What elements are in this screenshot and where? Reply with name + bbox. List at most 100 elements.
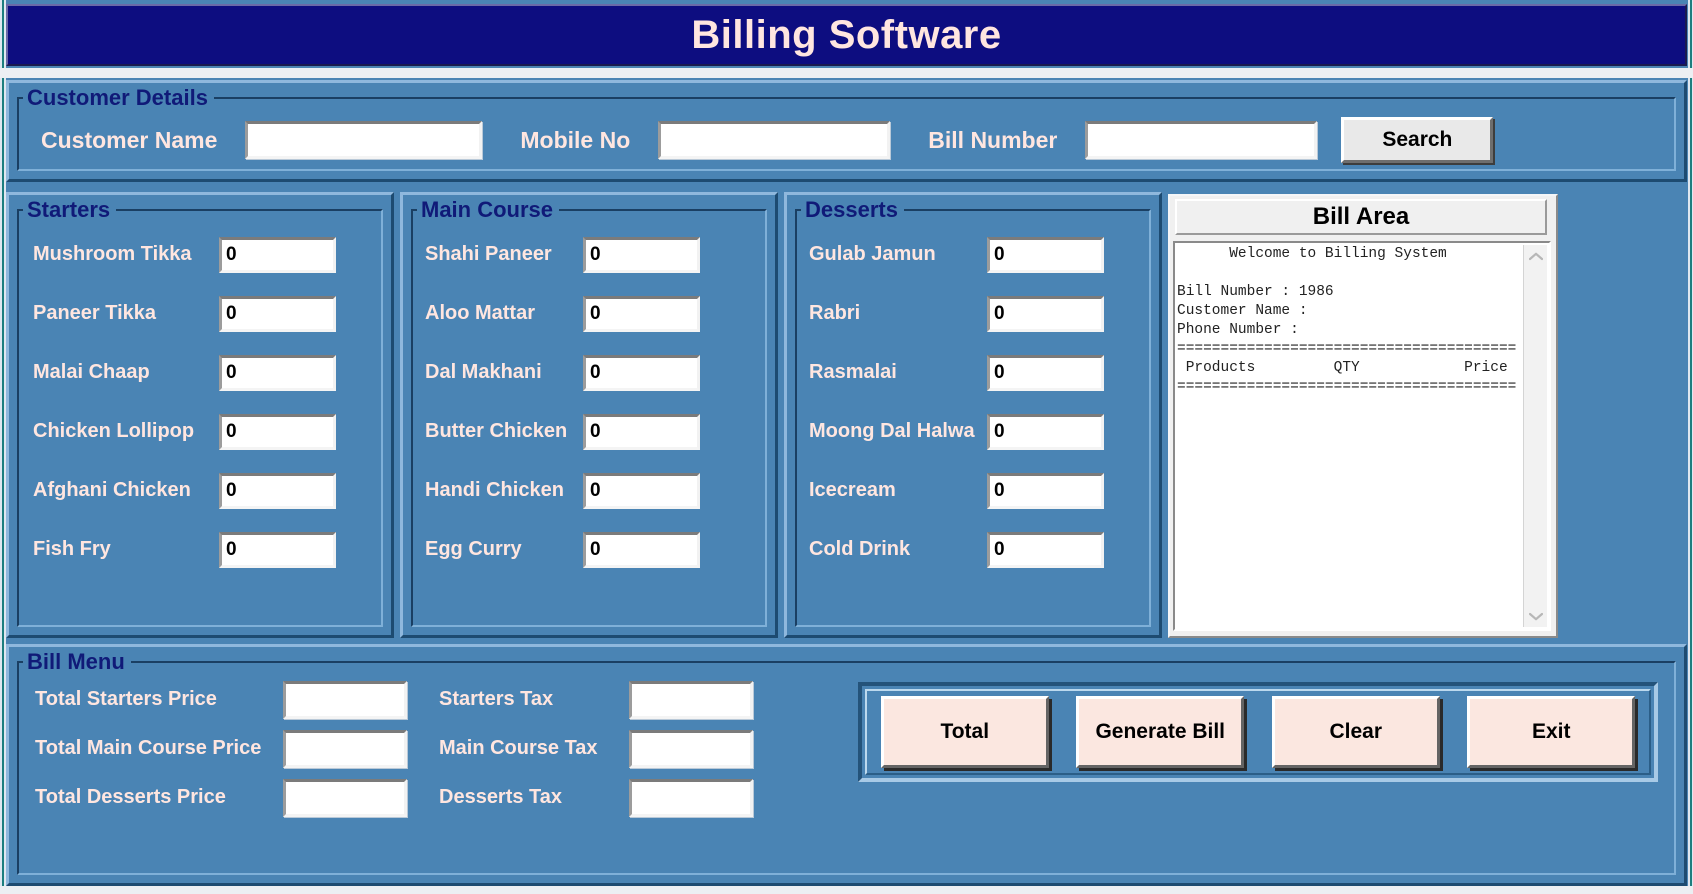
starters-panel: Starters Mushroom Tikka 0 Paneer Tikka 0… (6, 192, 394, 638)
qty-input-mushroom-tikka[interactable]: 0 (219, 236, 336, 273)
desserts-item-row: Gulab Jamun 0 (787, 225, 1159, 284)
qty-input-moong-dal-halwa[interactable]: 0 (987, 413, 1104, 450)
desserts-item-list: Gulab Jamun 0 Rabri 0 Rasmalai 0 Moong D… (787, 225, 1159, 635)
mobile-no-label: Mobile No (520, 126, 631, 153)
total-starters-price-input[interactable] (283, 680, 407, 719)
desserts-legend: Desserts (801, 198, 904, 221)
clear-button[interactable]: Clear (1271, 696, 1440, 768)
app-title-banner: Billing Software (6, 4, 1687, 66)
total-main-course-price-label: Total Main Course Price (35, 737, 262, 759)
item-label-mushroom-tikka: Mushroom Tikka (33, 243, 192, 265)
qty-input-shahi-paneer[interactable]: 0 (583, 236, 700, 273)
total-button[interactable]: Total (880, 696, 1049, 768)
main-course-panel: Main Course Shahi Paneer 0 Aloo Mattar 0… (400, 192, 778, 638)
item-label-icecream: Icecream (809, 479, 896, 501)
qty-input-dal-makhani[interactable]: 0 (583, 354, 700, 391)
item-label-butter-chicken: Butter Chicken (425, 420, 568, 442)
main-course-item-row: Shahi Paneer 0 (403, 225, 775, 284)
item-label-egg-curry: Egg Curry (425, 538, 522, 560)
item-label-rasmalai: Rasmalai (809, 361, 897, 383)
qty-input-chicken-lollipop[interactable]: 0 (219, 413, 336, 450)
bill-menu-panel: Bill Menu Total Starters Price Starters … (6, 644, 1687, 886)
item-label-moong-dal-halwa: Moong Dal Halwa (809, 420, 975, 442)
item-label-handi-chicken: Handi Chicken (425, 479, 564, 501)
bill-area-scrollbar[interactable] (1523, 245, 1547, 627)
chevron-up-icon[interactable] (1524, 245, 1548, 267)
qty-input-afghani-chicken[interactable]: 0 (219, 472, 336, 509)
starters-item-row: Paneer Tikka 0 (9, 284, 391, 343)
qty-input-egg-curry[interactable]: 0 (583, 531, 700, 568)
exit-button[interactable]: Exit (1467, 696, 1636, 768)
bill-number-label: Bill Number (928, 126, 1058, 153)
bill-text-container: Welcome to Billing System Bill Number : … (1173, 241, 1551, 631)
qty-input-icecream[interactable]: 0 (987, 472, 1104, 509)
bill-area-container: Bill Area Welcome to Billing System Bill… (1168, 194, 1558, 638)
item-label-malai-chaap: Malai Chaap (33, 361, 150, 383)
qty-input-fish-fry[interactable]: 0 (219, 531, 336, 568)
item-label-gulab-jamun: Gulab Jamun (809, 243, 936, 265)
bill-number-input[interactable] (1085, 121, 1318, 159)
search-button[interactable]: Search (1341, 117, 1494, 163)
item-label-cold-drink: Cold Drink (809, 538, 911, 560)
desserts-panel: Desserts Gulab Jamun 0 Rabri 0 Rasmalai … (784, 192, 1162, 638)
qty-input-butter-chicken[interactable]: 0 (583, 413, 700, 450)
starters-item-row: Afghani Chicken 0 (9, 461, 391, 520)
qty-input-malai-chaap[interactable]: 0 (219, 354, 336, 391)
desserts-item-row: Moong Dal Halwa 0 (787, 402, 1159, 461)
qty-input-rabri[interactable]: 0 (987, 295, 1104, 332)
main-course-item-row: Dal Makhani 0 (403, 343, 775, 402)
starters-item-row: Fish Fry 0 (9, 520, 391, 579)
total-desserts-price-input[interactable] (283, 778, 407, 817)
action-buttons-row: Total Generate Bill Clear Exit (865, 689, 1651, 775)
item-label-chicken-lollipop: Chicken Lollipop (33, 420, 195, 442)
item-label-fish-fry: Fish Fry (33, 538, 111, 560)
customer-details-panel: Customer Details Customer Name Mobile No… (6, 80, 1687, 182)
desserts-item-row: Rasmalai 0 (787, 343, 1159, 402)
starters-item-row: Mushroom Tikka 0 (9, 225, 391, 284)
main-course-item-row: Handi Chicken 0 (403, 461, 775, 520)
window-bottom-strip (0, 886, 1693, 894)
qty-input-gulab-jamun[interactable]: 0 (987, 236, 1104, 273)
main-course-item-row: Egg Curry 0 (403, 520, 775, 579)
item-label-shahi-paneer: Shahi Paneer (425, 243, 552, 265)
chevron-down-icon[interactable] (1524, 605, 1548, 627)
billing-software-window: Billing Software Customer Details Custom… (0, 0, 1693, 894)
qty-input-handi-chicken[interactable]: 0 (583, 472, 700, 509)
total-main-course-price-input[interactable] (283, 729, 407, 768)
main-course-item-list: Shahi Paneer 0 Aloo Mattar 0 Dal Makhani… (403, 225, 775, 635)
main-course-tax-input[interactable] (629, 729, 753, 768)
main-course-item-row: Butter Chicken 0 (403, 402, 775, 461)
bill-menu-row: Total Starters Price Starters Tax (35, 675, 753, 724)
desserts-tax-input[interactable] (629, 778, 753, 817)
total-desserts-price-label: Total Desserts Price (35, 786, 226, 808)
action-buttons-panel: Total Generate Bill Clear Exit (858, 682, 1658, 782)
main-course-tax-label: Main Course Tax (439, 737, 598, 759)
title-separator (0, 68, 1693, 78)
desserts-item-row: Rabri 0 (787, 284, 1159, 343)
main-course-legend: Main Course (417, 198, 560, 221)
generate-bill-button[interactable]: Generate Bill (1076, 696, 1245, 768)
bill-menu-legend: Bill Menu (23, 650, 131, 673)
window-left-accent-line (2, 0, 4, 894)
bill-area-title: Bill Area (1175, 199, 1547, 235)
customer-details-legend: Customer Details (23, 86, 214, 109)
qty-input-cold-drink[interactable]: 0 (987, 531, 1104, 568)
customer-name-input[interactable] (245, 121, 483, 159)
qty-input-paneer-tikka[interactable]: 0 (219, 295, 336, 332)
desserts-tax-label: Desserts Tax (439, 786, 563, 808)
desserts-item-row: Icecream 0 (787, 461, 1159, 520)
item-label-aloo-mattar: Aloo Mattar (425, 302, 535, 324)
starters-legend: Starters (23, 198, 117, 221)
bill-menu-row: Total Desserts Price Desserts Tax (35, 773, 753, 822)
qty-input-rasmalai[interactable]: 0 (987, 354, 1104, 391)
starters-item-list: Mushroom Tikka 0 Paneer Tikka 0 Malai Ch… (9, 225, 391, 635)
starters-tax-input[interactable] (629, 680, 753, 719)
desserts-item-row: Cold Drink 0 (787, 520, 1159, 579)
bill-text-content[interactable]: Welcome to Billing System Bill Number : … (1175, 245, 1523, 627)
qty-input-aloo-mattar[interactable]: 0 (583, 295, 700, 332)
starters-item-row: Chicken Lollipop 0 (9, 402, 391, 461)
item-label-afghani-chicken: Afghani Chicken (33, 479, 191, 501)
bill-menu-totals-grid: Total Starters Price Starters Tax Total … (35, 675, 753, 822)
mobile-no-input[interactable] (658, 121, 891, 159)
total-starters-price-label: Total Starters Price (35, 688, 217, 710)
